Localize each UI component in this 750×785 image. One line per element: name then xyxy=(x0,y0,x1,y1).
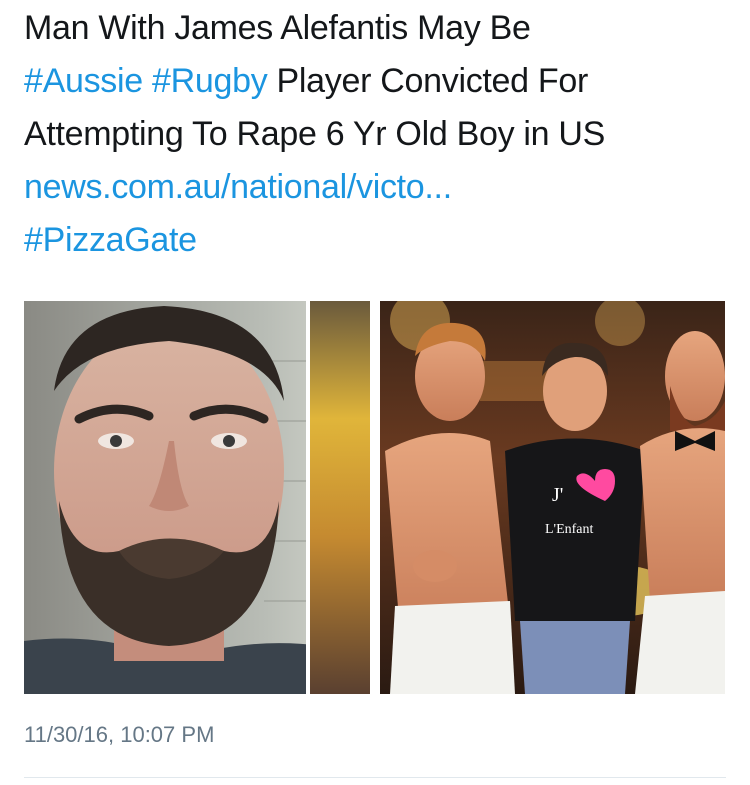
tweet-text: Man With James Alefantis May Be #Aussie … xyxy=(24,2,729,267)
tweet-line-1: Man With James Alefantis May Be xyxy=(24,9,531,47)
divider xyxy=(24,777,726,778)
tweet-line-2: #Aussie #Rugby Player Convicted For xyxy=(24,55,729,108)
article-link[interactable]: news.com.au/national/victo... xyxy=(24,161,729,214)
photo-three-men-image: J' L'Enfant xyxy=(380,301,725,694)
tweet-line-3: Attempting To Rape 6 Yr Old Boy in US xyxy=(24,115,606,153)
hashtag-pizzagate[interactable]: #PizzaGate xyxy=(24,214,729,267)
tshirt-text-1: J' xyxy=(552,484,563,506)
tweet-media: J' L'Enfant xyxy=(24,301,725,694)
tweet-timestamp: 11/30/16, 10:07 PM xyxy=(24,722,215,747)
photo-three-men[interactable]: J' L'Enfant xyxy=(380,301,725,694)
hashtag-aussie[interactable]: #Aussie xyxy=(24,62,143,100)
photo-bearded-man-image xyxy=(24,301,370,694)
photo-bearded-man[interactable] xyxy=(24,301,370,694)
tshirt-text-2: L'Enfant xyxy=(545,522,594,537)
hashtag-rugby[interactable]: #Rugby xyxy=(152,62,268,100)
tweet-line-2-text: Player Convicted For xyxy=(267,62,589,100)
